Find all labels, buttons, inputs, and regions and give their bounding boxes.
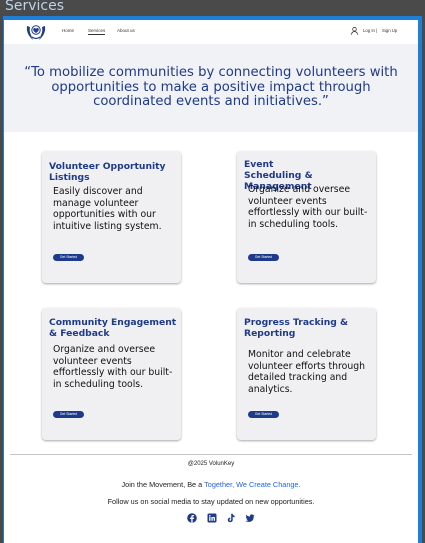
signup-link[interactable]: Sign Up [382,28,397,33]
facebook-icon[interactable] [187,513,197,523]
nav-about-us[interactable]: About us [117,28,135,33]
page: Home Services About us Log In | Sign Up … [4,20,418,543]
follow-text: Follow us on social media to stay update… [107,497,315,506]
service-card-opportunity-listings: Volunteer Opportunity Listings Easily di… [42,151,181,283]
card-title: Progress Tracking & Reporting [244,317,349,339]
card-description: Easily discover and manage volunteer opp… [53,186,162,232]
get-started-button[interactable]: Get Started [248,411,279,418]
site-header: Home Services About us Log In | Sign Up [4,20,418,44]
get-started-button[interactable]: Get Started [248,254,279,261]
card-description: Organize and oversee volunteer events ef… [53,344,173,390]
footer-divider [10,454,412,455]
service-card-event-scheduling: Event Scheduling & Management Organize a… [237,151,376,283]
service-card-progress-tracking: Progress Tracking & Reporting Monitor an… [237,308,376,440]
user-icon[interactable] [351,27,358,35]
mission-quote: “To mobilize communities by connecting v… [24,65,398,110]
tiktok-icon[interactable] [226,513,236,523]
card-title: Community Engagement & Feedback [49,317,177,339]
window-tab-title: Services [5,0,65,14]
card-description: Monitor and celebrate volunteer efforts … [248,349,366,395]
card-description: Organize and oversee volunteer events ef… [248,184,368,230]
nav-home[interactable]: Home [62,28,74,33]
join-tagline: Join the Movement, Be a Together, We Cre… [4,480,418,489]
twitter-icon[interactable] [245,513,255,523]
linkedin-icon[interactable] [207,513,217,523]
get-started-button[interactable]: Get Started [53,254,84,261]
login-link[interactable]: Log In [363,28,375,33]
get-started-button[interactable]: Get Started [53,411,84,418]
window-tab-bar: Services [0,0,425,16]
auth-separator: | [376,28,378,33]
service-card-community-engagement: Community Engagement & Feedback Organize… [42,308,181,440]
card-title: Volunteer Opportunity Listings [49,161,166,183]
mission-band: “To mobilize communities by connecting v… [4,44,418,132]
copyright-text: @2025 VolunKey [187,461,235,467]
join-link[interactable]: Together, We Create Change. [204,480,300,489]
join-prefix: Join the Movement, Be a [121,480,205,489]
nav-services[interactable]: Services [88,28,106,35]
logo-icon[interactable] [25,23,47,42]
